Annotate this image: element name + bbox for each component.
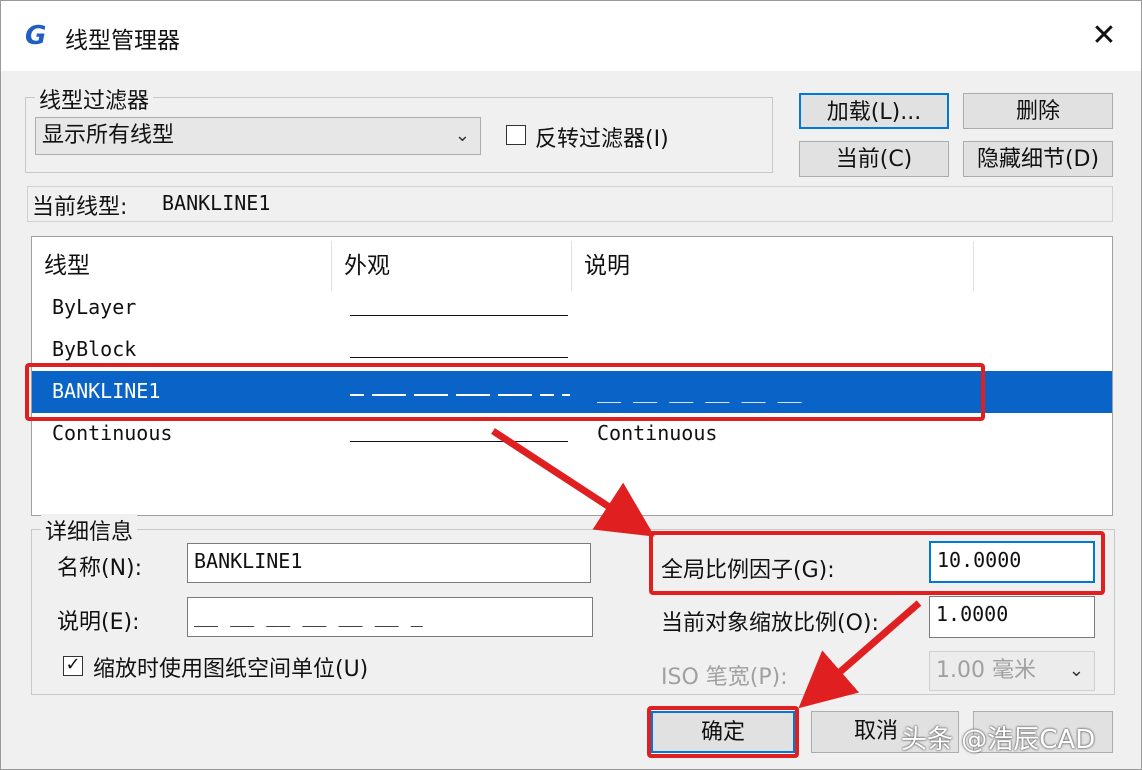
annotation-arrows (491, 428, 922, 709)
watermark: 头条 @浩辰CAD (901, 725, 1096, 755)
linetype-manager-dialog: G 线型管理器 ✕ 线型过滤器 显示所有线型 ⌄ 反转过滤器(I) 加载(L).… (0, 0, 1142, 770)
arrow-to-global-scale (491, 428, 655, 537)
arrow-to-ok-button (798, 600, 922, 709)
